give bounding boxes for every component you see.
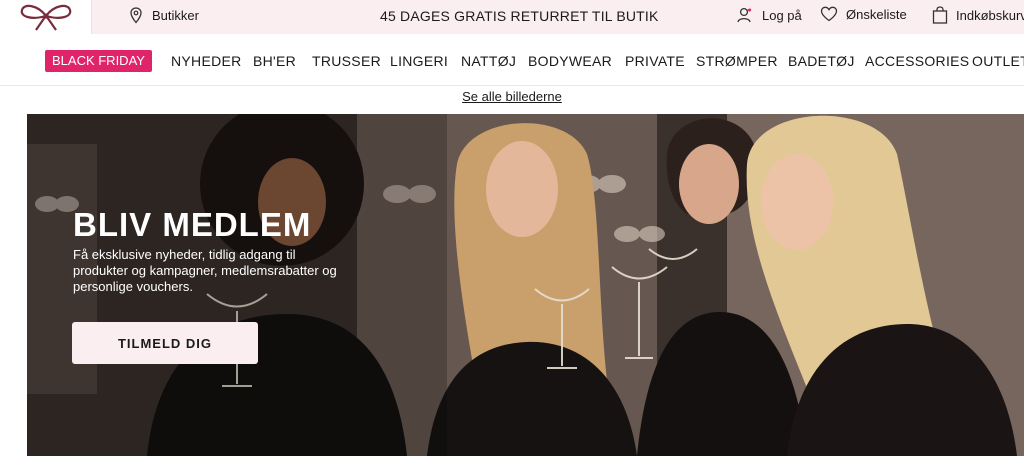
nav-item-bodywear[interactable]: BODYWEAR <box>528 53 612 69</box>
stores-link[interactable]: Butikker <box>130 7 199 24</box>
nav-item-strompper[interactable]: STRØMPER <box>696 53 778 69</box>
login-label: Log på <box>762 7 802 23</box>
location-pin-icon <box>130 7 142 24</box>
cart-label: Indkøbskurv <box>956 7 1024 23</box>
top-utility-bar: Butikker 45 DAGES GRATIS RETURRET TIL BU… <box>0 0 1024 34</box>
stores-label: Butikker <box>152 8 199 23</box>
signup-button[interactable]: TILMELD DIG <box>72 322 258 364</box>
main-navigation: BLACK FRIDAY NYHEDER BH'ER TRUSSER LINGE… <box>0 34 1024 86</box>
user-icon <box>737 7 752 23</box>
brand-logo[interactable] <box>0 0 92 34</box>
see-all-images-link[interactable]: Se alle billederne <box>462 89 562 104</box>
bow-logo-icon <box>20 4 72 31</box>
nav-item-nyheder[interactable]: NYHEDER <box>171 53 242 69</box>
nav-item-outlet[interactable]: OUTLET <box>972 53 1024 69</box>
shopping-bag-icon <box>932 6 948 24</box>
nav-item-nattoj[interactable]: NATTØJ <box>461 53 516 69</box>
hero-title: BLIV MEDLEM <box>73 206 312 243</box>
login-link[interactable]: Log på <box>736 6 802 24</box>
hero-banner[interactable]: BLIV MEDLEM Få eksklusive nyheder, tidli… <box>27 114 1024 456</box>
nav-item-badetoj[interactable]: BADETØJ <box>788 53 855 69</box>
promo-banner-text: 45 DAGES GRATIS RETURRET TIL BUTIK <box>380 8 659 24</box>
heart-icon <box>820 6 838 22</box>
nav-item-black-friday[interactable]: BLACK FRIDAY <box>45 50 152 72</box>
see-all-images-row: Se alle billederne <box>0 89 1024 104</box>
nav-item-trusser[interactable]: TRUSSER <box>312 53 381 69</box>
cart-link[interactable]: Indkøbskurv <box>932 6 1024 24</box>
wishlist-link[interactable]: Ønskeliste <box>820 6 907 22</box>
nav-item-accessories[interactable]: ACCESSORIES <box>865 53 969 69</box>
wishlist-label: Ønskeliste <box>846 6 907 22</box>
nav-item-lingeri[interactable]: LINGERI <box>390 53 448 69</box>
nav-item-private[interactable]: PRIVATE <box>625 53 685 69</box>
nav-item-bh-er[interactable]: BH'ER <box>253 53 296 69</box>
hero-description: Få eksklusive nyheder, tidlig adgang til… <box>73 247 337 294</box>
